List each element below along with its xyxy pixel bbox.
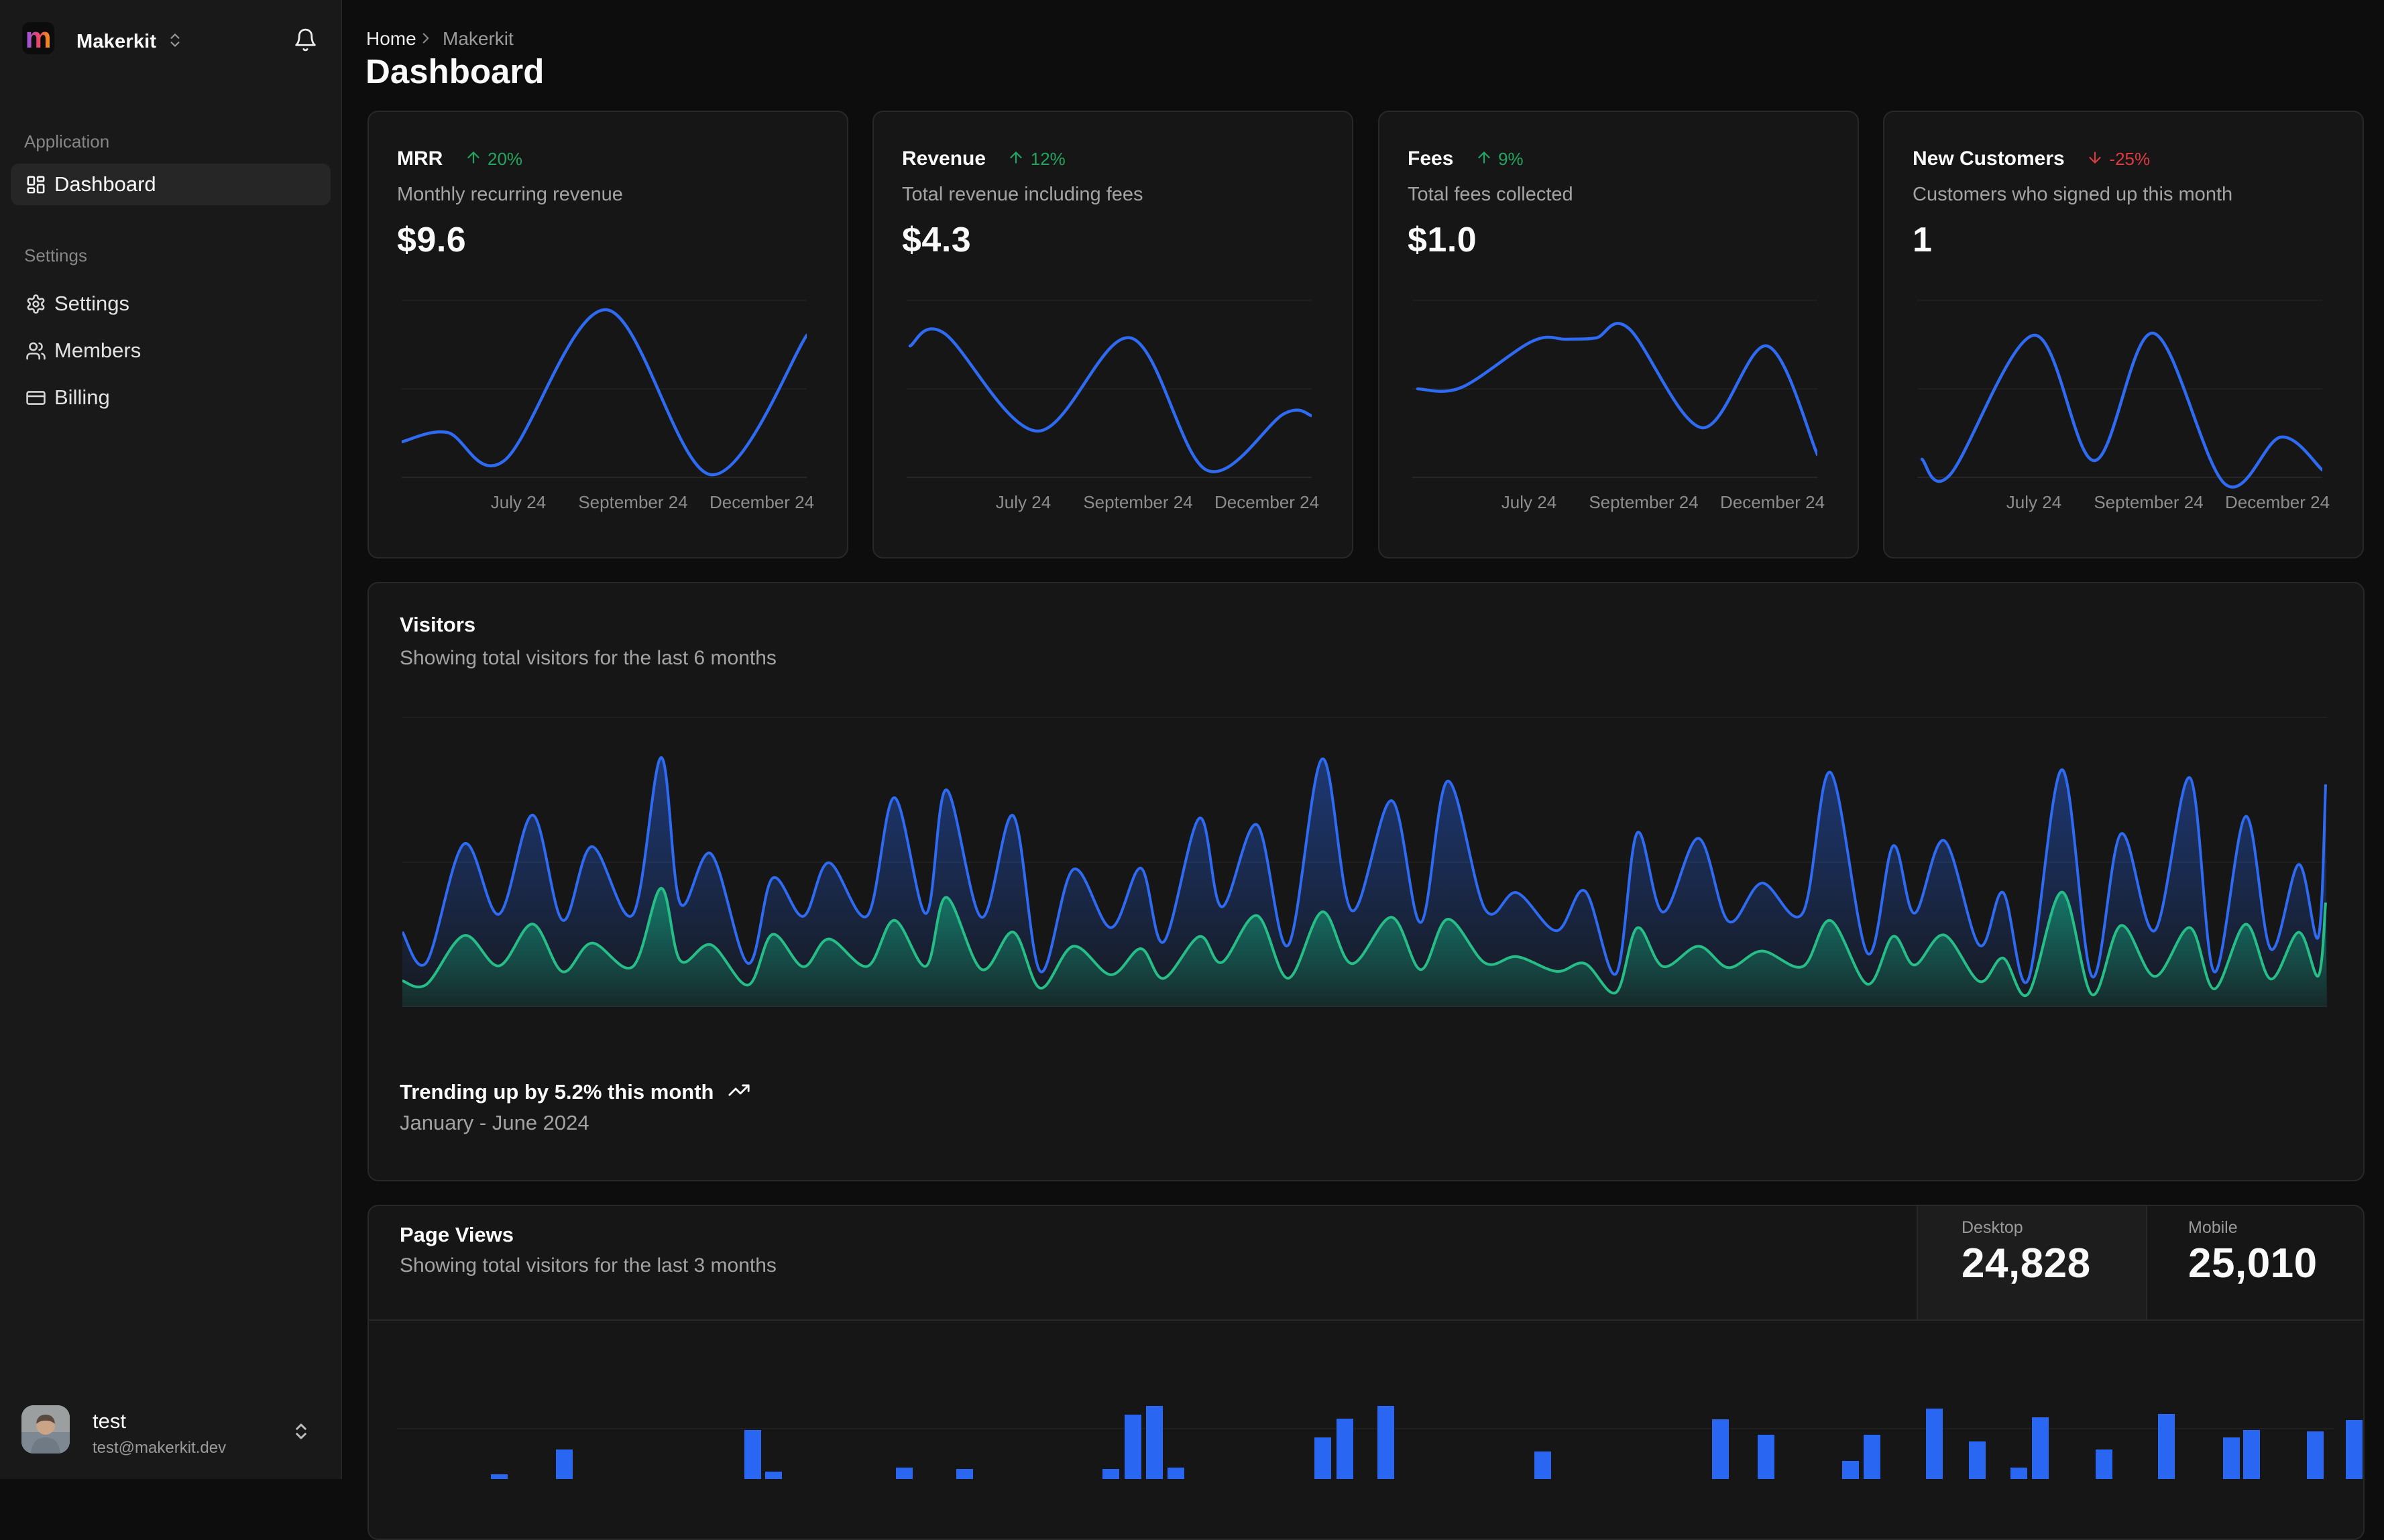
svg-text:m: m [25,22,51,54]
